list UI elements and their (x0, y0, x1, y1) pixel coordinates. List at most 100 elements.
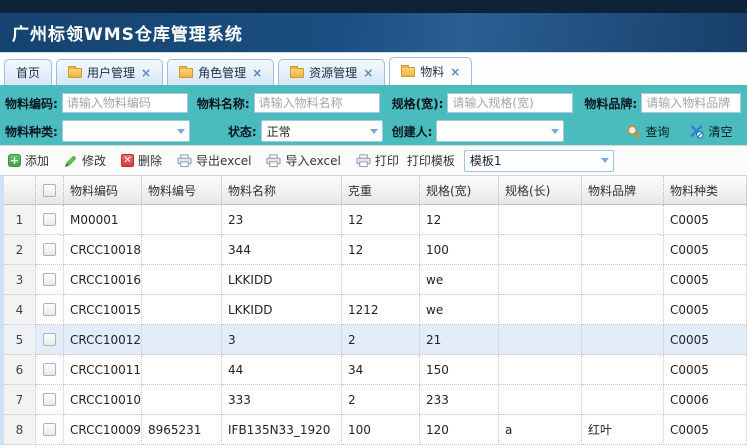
tab-resource-management[interactable]: 资源管理× (278, 59, 385, 85)
select-all-checkbox[interactable] (43, 184, 56, 197)
tab-user-management[interactable]: 用户管理× (56, 59, 163, 85)
tab-close-icon[interactable]: × (141, 67, 151, 79)
export-excel-button[interactable]: 导出excel (177, 152, 251, 169)
edit-button[interactable]: 修改 (64, 152, 106, 169)
grid-cell: CRCC10011 (64, 355, 142, 385)
row-checkbox[interactable] (43, 393, 56, 406)
grid-cell: 12 (342, 235, 420, 265)
column-header-7[interactable]: 物料品牌 (582, 176, 664, 205)
grid-cell: 2 (342, 325, 420, 355)
grid-cell: 8965231 (142, 415, 222, 445)
material-code-input[interactable] (62, 93, 188, 113)
tab-close-icon[interactable]: × (252, 67, 262, 79)
print-button-label: 打印 (375, 152, 399, 169)
grid-cell: we (420, 265, 499, 295)
status-select[interactable]: 正常 (261, 120, 383, 142)
query-button-label: 查询 (645, 123, 669, 140)
grid-cell: CRCC10012 (64, 325, 142, 355)
brand-input[interactable] (641, 93, 741, 113)
chevron-down-icon[interactable] (547, 125, 563, 138)
status-select-value: 正常 (262, 123, 291, 140)
print-template-value: 模板1 (465, 152, 502, 169)
tab-home[interactable]: 首页 (4, 59, 52, 85)
column-header-2[interactable]: 物料编号 (142, 176, 222, 205)
grid-cell (142, 235, 222, 265)
row-checkbox-cell (36, 205, 64, 235)
row-checkbox[interactable] (43, 273, 56, 286)
table-row[interactable]: 8CRCC100098965231IFB135N33_1920100120a红叶… (4, 415, 747, 445)
print-template-select[interactable]: 模板1 (464, 150, 614, 172)
row-number: 8 (4, 415, 36, 445)
row-checkbox[interactable] (43, 303, 56, 316)
print-template-label: 打印模板 (407, 152, 455, 169)
grid-cell: 3 (222, 325, 342, 355)
column-header-4[interactable]: 克重 (342, 176, 420, 205)
add-button[interactable]: + 添加 (8, 152, 49, 169)
grid-header-row: 物料编码物料编号物料名称克重规格(宽)规格(长)物料品牌物料种类 (4, 176, 747, 205)
chevron-down-icon[interactable] (173, 125, 189, 138)
import-excel-button[interactable]: 导入excel (266, 152, 340, 169)
folder-icon (401, 67, 415, 77)
title-bar: 广州标领WMS仓库管理系统 (0, 0, 747, 52)
row-checkbox[interactable] (43, 213, 56, 226)
category-select[interactable] (62, 120, 190, 142)
clear-button[interactable]: 清空 (689, 123, 732, 140)
printer-icon (356, 154, 371, 168)
add-button-label: 添加 (25, 152, 49, 169)
search-panel: 物料编码: 物料名称: 规格(宽): 物料品牌: 物料种类: 状态: 正常 创建… (0, 85, 747, 145)
grid-cell: 1212 (342, 295, 420, 325)
row-checkbox[interactable] (43, 423, 56, 436)
column-header-8[interactable]: 物料种类 (664, 176, 747, 205)
table-row[interactable]: 3CRCC10016LKKIDDweC0005 (4, 265, 747, 295)
chevron-down-icon[interactable] (366, 125, 382, 138)
grid-cell: C0005 (664, 205, 747, 235)
query-button[interactable]: 查询 (626, 123, 669, 140)
row-number: 3 (4, 265, 36, 295)
column-header-6[interactable]: 规格(长) (499, 176, 582, 205)
material-name-input[interactable] (254, 93, 380, 113)
tab-close-icon[interactable]: × (450, 66, 460, 78)
tab-materials[interactable]: 物料× (389, 57, 472, 85)
creator-select[interactable] (436, 120, 564, 142)
row-checkbox[interactable] (43, 333, 56, 346)
status-label: 状态: (228, 123, 257, 140)
tab-role-management[interactable]: 角色管理× (167, 59, 274, 85)
search-icon (626, 124, 641, 139)
column-header-1[interactable]: 物料编码 (64, 176, 142, 205)
row-checkbox-cell (36, 265, 64, 295)
grid-cell: CRCC10018 (64, 235, 142, 265)
grid-cell (342, 265, 420, 295)
grid-cell: 150 (420, 355, 499, 385)
grid-cell: 2 (342, 385, 420, 415)
spec-width-input[interactable] (447, 93, 573, 113)
category-label: 物料种类: (5, 123, 58, 140)
row-checkbox-cell (36, 385, 64, 415)
table-row[interactable]: 6CRCC100114434150C0005 (4, 355, 747, 385)
row-checkbox[interactable] (43, 243, 56, 256)
pencil-icon (64, 154, 78, 168)
grid-cell: 233 (420, 385, 499, 415)
chevron-down-icon[interactable] (597, 154, 613, 167)
table-row[interactable]: 7CRCC100103332233C0006 (4, 385, 747, 415)
column-header-5[interactable]: 规格(宽) (420, 176, 499, 205)
row-checkbox[interactable] (43, 363, 56, 376)
table-row[interactable]: 4CRCC10015LKKIDD1212weC0005 (4, 295, 747, 325)
folder-icon (179, 68, 193, 78)
search-row-1: 物料编码: 物料名称: 规格(宽): 物料品牌: (5, 92, 742, 114)
delete-icon: ✕ (121, 154, 134, 167)
grid-cell: we (420, 295, 499, 325)
column-header-3[interactable]: 物料名称 (222, 176, 342, 205)
table-row[interactable]: 1M00001231212C0005 (4, 205, 747, 235)
delete-button[interactable]: ✕ 删除 (121, 152, 162, 169)
grid-cell: CRCC10015 (64, 295, 142, 325)
tab-close-icon[interactable]: × (363, 67, 373, 79)
grid-cell (499, 205, 582, 235)
folder-icon (68, 68, 82, 78)
grid-cell: 21 (420, 325, 499, 355)
print-button[interactable]: 打印 (356, 152, 399, 169)
grid-cell: 12 (420, 205, 499, 235)
grid-body: 1M00001231212C00052CRCC1001834412100C000… (4, 205, 747, 445)
table-row[interactable]: 2CRCC1001834412100C0005 (4, 235, 747, 265)
table-row[interactable]: 5CRCC100123221C0005 (4, 325, 747, 355)
grid-cell (582, 385, 664, 415)
